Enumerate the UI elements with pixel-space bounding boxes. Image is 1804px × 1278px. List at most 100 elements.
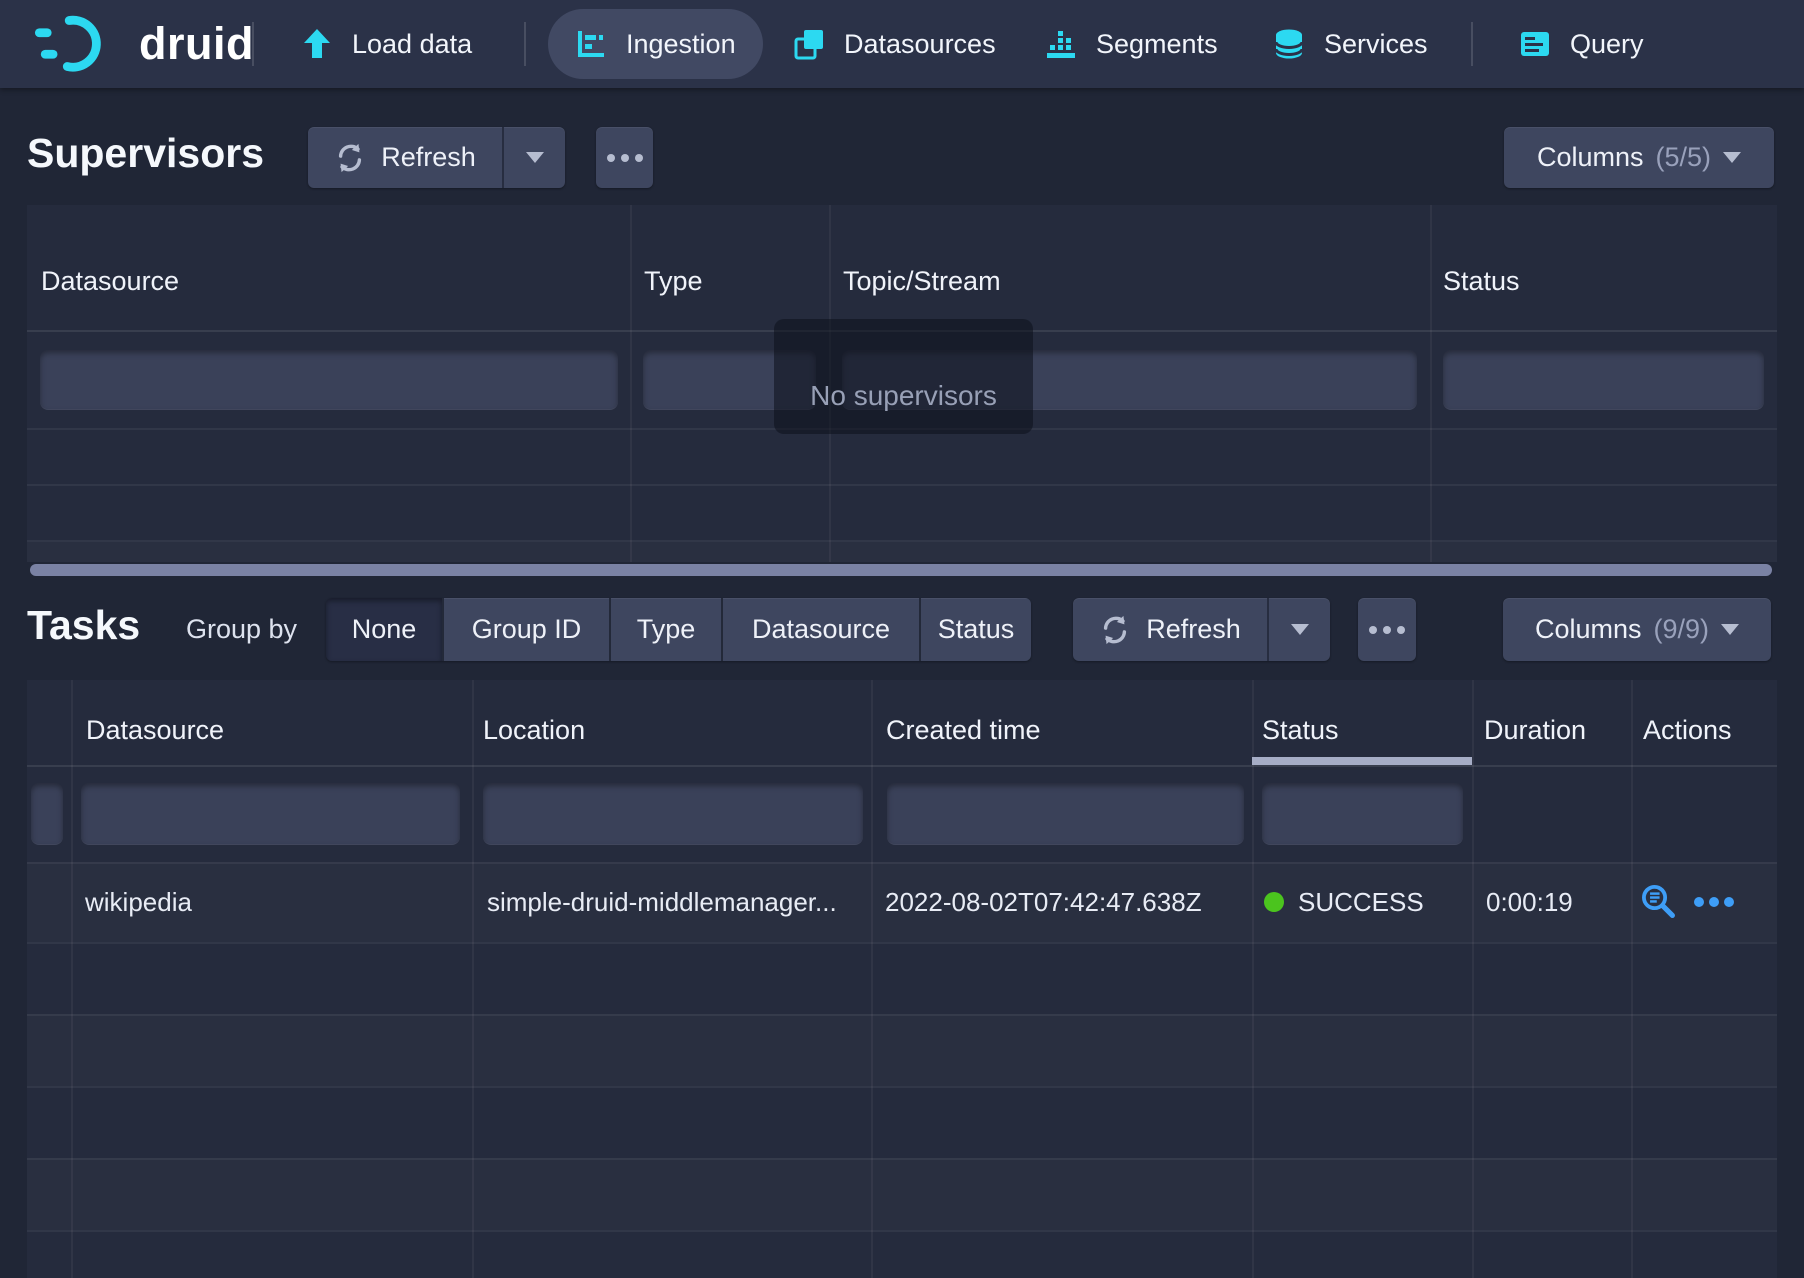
group-by-option-none[interactable]: None [326,598,442,661]
supervisors-table: Datasource Type Topic/Stream Status No s… [27,205,1777,562]
datasources-icon [792,27,826,61]
group-by-segmented-control: None Group ID Type Datasource Status [326,598,1031,661]
tasks-filter-created-time[interactable] [887,783,1244,845]
column-divider [630,205,632,562]
tasks-refresh-split-button: Refresh [1073,598,1330,661]
columns-count: (5/5) [1656,142,1712,173]
task-cell-actions [1640,862,1734,942]
top-nav: druid Load data Ingestion [0,0,1804,88]
nav-item-label: Datasources [844,29,996,60]
group-by-option-status[interactable]: Status [921,598,1031,661]
caret-down-icon [1721,624,1739,635]
tasks-header-created-time[interactable]: Created time [886,715,1041,746]
status-text: SUCCESS [1298,887,1424,918]
druid-logo-icon [33,12,125,76]
query-icon [1518,27,1552,61]
segments-icon [1044,27,1078,61]
header-border [27,765,1777,767]
status-sort-indicator [1252,757,1472,765]
nav-item-load-data[interactable]: Load data [300,0,472,88]
nav-item-query[interactable]: Query [1518,0,1644,88]
refresh-button-label: Refresh [1146,614,1241,645]
nav-divider [1471,22,1473,66]
tasks-table: Datasource Location Created time Status … [27,680,1777,1278]
tasks-title: Tasks [27,602,140,649]
refresh-icon [334,142,366,174]
task-cell-status: SUCCESS [1264,862,1424,942]
row-divider [27,1230,1777,1232]
tasks-header-location[interactable]: Location [483,715,585,746]
row-divider [27,1014,1777,1016]
row-stripe [27,542,1777,562]
tasks-filter-datasource[interactable] [81,783,460,845]
supervisors-horizontal-scrollbar[interactable] [30,564,1772,576]
nav-item-label: Load data [352,29,472,60]
supervisors-header-datasource[interactable]: Datasource [41,266,179,297]
column-divider [1430,205,1432,562]
tasks-refresh-caret-button[interactable] [1269,598,1330,661]
refresh-icon [1099,614,1131,646]
nav-item-ingestion[interactable]: Ingestion [574,0,736,88]
nav-item-label: Query [1570,29,1644,60]
supervisors-columns-dropdown[interactable]: Columns (5/5) [1504,127,1774,188]
columns-label: Columns [1535,614,1642,645]
row-divider [27,1158,1777,1160]
row-divider [27,942,1777,944]
nav-item-services[interactable]: Services [1272,0,1428,88]
task-cell-created-time: 2022-08-02T07:42:47.638Z [885,887,1202,918]
nav-item-datasources[interactable]: Datasources [792,0,996,88]
tasks-filter-location[interactable] [483,783,863,845]
upload-icon [300,27,334,61]
tasks-header-duration[interactable]: Duration [1484,715,1586,746]
row-divider [27,1086,1777,1088]
supervisors-more-button[interactable] [596,127,653,188]
tasks-header-actions[interactable]: Actions [1643,715,1732,746]
logo-wordmark: druid [139,18,254,70]
supervisors-refresh-button[interactable]: Refresh [308,127,502,188]
row-divider [27,484,1777,486]
task-cell-location: simple-druid-middlemanager... [487,887,837,918]
magnify-details-icon[interactable] [1640,883,1678,921]
tasks-header-datasource[interactable]: Datasource [86,715,224,746]
no-supervisors-message: No supervisors [774,319,1033,434]
tasks-refresh-button[interactable]: Refresh [1073,598,1267,661]
caret-down-icon [1291,624,1309,635]
group-by-option-type[interactable]: Type [611,598,721,661]
supervisors-header-topic-stream[interactable]: Topic/Stream [843,266,1001,297]
tasks-more-button[interactable] [1358,598,1416,661]
supervisors-header-status[interactable]: Status [1443,266,1520,297]
columns-label: Columns [1537,142,1644,173]
nav-item-label: Services [1324,29,1428,60]
caret-down-icon [1723,152,1741,163]
druid-console: druid Load data Ingestion [0,0,1804,1278]
task-cell-datasource: wikipedia [85,887,192,918]
druid-logo[interactable]: druid [33,0,254,88]
tasks-filter-status[interactable] [1262,783,1463,845]
caret-down-icon [526,152,544,163]
group-by-label: Group by [186,614,297,645]
nav-item-segments[interactable]: Segments [1044,0,1218,88]
more-icon [1369,626,1405,634]
nav-divider [252,22,254,66]
supervisors-filter-datasource[interactable] [40,350,618,410]
supervisors-filter-status[interactable] [1443,350,1764,410]
row-more-icon[interactable] [1694,897,1734,907]
row-stripe [27,1014,1777,1086]
supervisors-title: Supervisors [27,130,264,177]
tasks-filter-first-column[interactable] [31,783,63,845]
services-icon [1272,27,1306,61]
success-status-dot-icon [1264,892,1284,912]
group-by-option-group-id[interactable]: Group ID [444,598,609,661]
supervisors-refresh-caret-button[interactable] [504,127,565,188]
more-icon [607,154,643,162]
tasks-columns-dropdown[interactable]: Columns (9/9) [1503,598,1771,661]
group-by-option-datasource[interactable]: Datasource [723,598,919,661]
tasks-header-status[interactable]: Status [1262,715,1339,746]
columns-count: (9/9) [1654,614,1710,645]
row-stripe [27,1158,1777,1230]
nav-item-label: Segments [1096,29,1218,60]
refresh-button-label: Refresh [381,142,476,173]
ingestion-chart-icon [574,27,608,61]
nav-divider [524,22,526,66]
supervisors-header-type[interactable]: Type [644,266,703,297]
